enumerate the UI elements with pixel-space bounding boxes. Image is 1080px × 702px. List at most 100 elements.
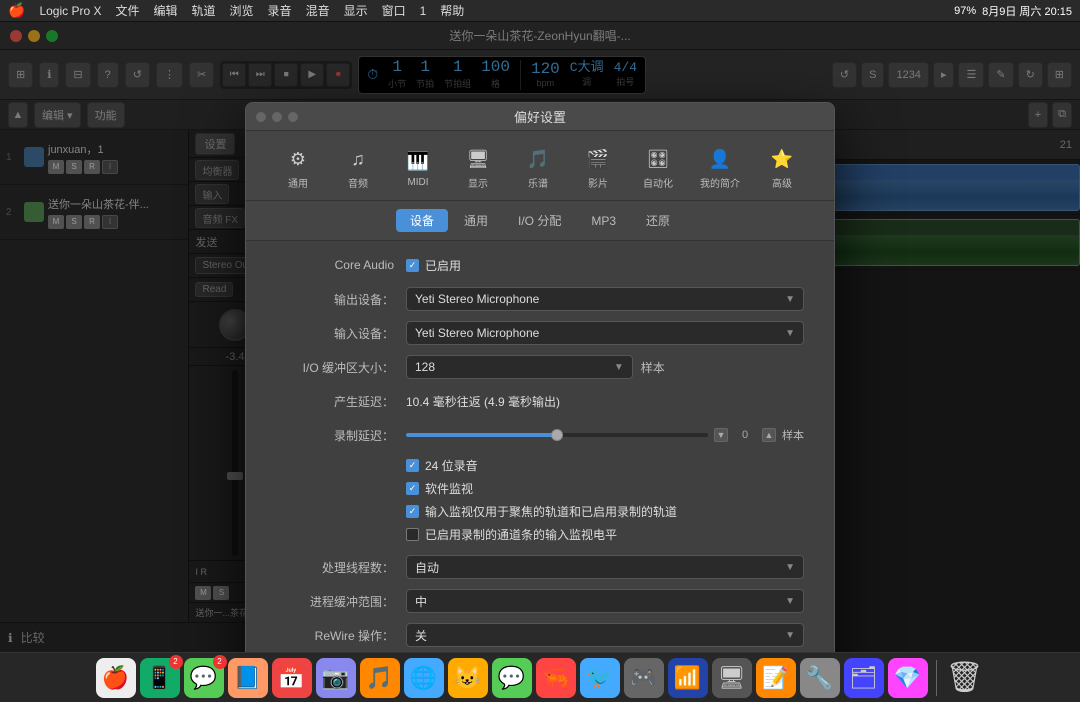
menubar: 🍎 Logic Pro X 文件 编辑 轨道 浏览 录音 混音 显示 窗口 1 …: [0, 0, 1080, 22]
dock-safari[interactable]: 🌐: [404, 658, 444, 698]
dock-tools[interactable]: 🔧: [800, 658, 840, 698]
apple-menu[interactable]: 🍎: [8, 2, 25, 19]
output-device-select[interactable]: Yeti Stereo Microphone ▼: [406, 287, 804, 311]
dock-shrimp[interactable]: 🦐: [536, 658, 576, 698]
dock-finder2[interactable]: 🗂: [844, 658, 884, 698]
dock-contacts[interactable]: 📘: [228, 658, 268, 698]
menu-mix[interactable]: 混音: [306, 2, 330, 19]
auto-tab-label: 自动化: [643, 175, 673, 190]
dock-trash[interactable]: 🗑: [945, 658, 985, 698]
dialog-max[interactable]: [288, 112, 298, 122]
dock-music[interactable]: 🎵: [360, 658, 400, 698]
latency-value: 10.4 毫秒往返 (4.9 毫秒输出): [406, 393, 804, 410]
icon-tab-general[interactable]: ⚙ 通用: [270, 141, 326, 194]
tab-mp3[interactable]: MP3: [577, 211, 630, 231]
menu-file[interactable]: 文件: [115, 2, 139, 19]
buffer-size-row: I/O 缓冲区大小： 128 ▼ 样本: [276, 355, 804, 379]
threads-select[interactable]: 自动 ▼: [406, 555, 804, 579]
rewire-row: ReWire 操作： 关 ▼: [276, 623, 804, 647]
input-chevron-icon: ▼: [785, 328, 795, 339]
advanced-icon: ⭐: [768, 145, 796, 173]
input-device-row: 输入设备： Yeti Stereo Microphone ▼: [276, 321, 804, 345]
menu-record[interactable]: 录音: [268, 2, 292, 19]
core-audio-checkbox[interactable]: [406, 259, 419, 272]
general-tab-label: 通用: [288, 175, 308, 190]
movie-tab-label: 影片: [588, 175, 608, 190]
buffer-range-select[interactable]: 中 ▼: [406, 589, 804, 613]
buffer-size-value: 128: [415, 360, 435, 374]
tab-device[interactable]: 设备: [396, 209, 448, 232]
checkbox-inputmon[interactable]: [406, 505, 419, 518]
dialog-text-tabs: 设备 通用 I/O 分配 MP3 还原: [246, 201, 834, 241]
dock-notes[interactable]: 📝: [756, 658, 796, 698]
display-tab-label: 显示: [468, 175, 488, 190]
icon-tab-movie[interactable]: 🎬 影片: [570, 141, 626, 194]
record-latency-row: 录制延迟： ▼ 0 ▲ 样本: [276, 423, 804, 447]
input-device-select[interactable]: Yeti Stereo Microphone ▼: [406, 321, 804, 345]
dock-wechat[interactable]: 💬: [492, 658, 532, 698]
latency-slider-value: 0: [730, 429, 760, 441]
dock-messages-badge: 2: [213, 655, 227, 669]
menu-help[interactable]: 帮助: [440, 2, 464, 19]
icon-tab-audio[interactable]: ♫ 音频: [330, 141, 386, 194]
menu-view[interactable]: 显示: [344, 2, 368, 19]
icon-tab-advanced[interactable]: ⭐ 高级: [754, 141, 810, 194]
menu-edit[interactable]: 编辑: [154, 2, 178, 19]
latency-slider-thumb[interactable]: [551, 429, 563, 441]
dock-messages[interactable]: 💬 2: [184, 658, 224, 698]
record-latency-slider: ▼ 0 ▲ 样本: [406, 427, 804, 443]
buffer-range-row: 进程缓冲范围： 中 ▼: [276, 589, 804, 613]
tab-io[interactable]: I/O 分配: [504, 209, 575, 232]
preferences-dialog: 偏好设置 ⚙ 通用 ♫ 音频 🎹 MIDI 🖥 显示: [245, 102, 835, 652]
dialog-icon-tabs: ⚙ 通用 ♫ 音频 🎹 MIDI 🖥 显示 🎵 乐谱: [246, 131, 834, 201]
dialog-traffic-lights: [256, 112, 298, 122]
input-device-value: Yeti Stereo Microphone: [415, 326, 539, 340]
threads-row: 处理线程数： 自动 ▼: [276, 555, 804, 579]
menu-browse[interactable]: 浏览: [230, 2, 254, 19]
checkbox-24bit[interactable]: [406, 459, 419, 472]
checkbox-inputmon-label: 输入监视仅用于聚焦的轨道和已启用录制的轨道: [425, 503, 677, 520]
menu-logicprox[interactable]: Logic Pro X: [39, 4, 101, 18]
icon-tab-profile[interactable]: 👤 我的简介: [690, 141, 750, 194]
dock-game[interactable]: 🎮: [624, 658, 664, 698]
dock-finder[interactable]: 🍎: [96, 658, 136, 698]
display-icon: 🖥: [464, 145, 492, 173]
audio-icon: ♫: [344, 145, 372, 173]
dock-monitor[interactable]: 🖥: [712, 658, 752, 698]
output-device-label: 输出设备：: [276, 291, 406, 308]
latency-row: 产生延迟： 10.4 毫秒往返 (4.9 毫秒输出): [276, 389, 804, 413]
dock-photos[interactable]: 📷: [316, 658, 356, 698]
buffer-range-label: 进程缓冲范围：: [276, 593, 406, 610]
menu-track[interactable]: 轨道: [192, 2, 216, 19]
latency-up-btn[interactable]: ▲: [762, 428, 776, 442]
profile-icon: 👤: [706, 145, 734, 173]
logic-pro-window: 送你一朵山茶花-ZeonHyun翻唱-... ⊞ ℹ ⊟ ? ↺ ⋮ ✂ ⏮ ⏭…: [0, 22, 1080, 652]
icon-tab-display[interactable]: 🖥 显示: [450, 141, 506, 194]
checkbox-rewire[interactable]: [406, 528, 419, 541]
tab-general[interactable]: 通用: [450, 209, 502, 232]
dock-gem[interactable]: 💎: [888, 658, 928, 698]
score-tab-label: 乐谱: [528, 175, 548, 190]
dock-weibo[interactable]: 🐦: [580, 658, 620, 698]
checkbox-softmon[interactable]: [406, 482, 419, 495]
dock-taobao[interactable]: 😺: [448, 658, 488, 698]
tab-reset[interactable]: 还原: [632, 209, 684, 232]
midi-tab-label: MIDI: [407, 177, 428, 188]
latency-slider-track[interactable]: [406, 433, 708, 437]
dialog-overlay: 偏好设置 ⚙ 通用 ♫ 音频 🎹 MIDI 🖥 显示: [0, 22, 1080, 652]
icon-tab-score[interactable]: 🎵 乐谱: [510, 141, 566, 194]
dock-wifi[interactable]: 📶: [668, 658, 708, 698]
dialog-form: Core Audio 已启用 输出设备： Yeti Stereo Microph…: [246, 241, 834, 652]
latency-down-btn[interactable]: ▼: [714, 428, 728, 442]
buffer-size-select[interactable]: 128 ▼: [406, 355, 633, 379]
dialog-min[interactable]: [272, 112, 282, 122]
dialog-close[interactable]: [256, 112, 266, 122]
rewire-select[interactable]: 关 ▼: [406, 623, 804, 647]
dock-appstore[interactable]: 📱 2: [140, 658, 180, 698]
midi-icon: 🎹: [404, 147, 432, 175]
dock-calendar[interactable]: 📅: [272, 658, 312, 698]
menu-window[interactable]: 窗口: [382, 2, 406, 19]
buffer-unit: 样本: [641, 359, 665, 376]
icon-tab-auto[interactable]: 🎛 自动化: [630, 141, 686, 194]
icon-tab-midi[interactable]: 🎹 MIDI: [390, 143, 446, 192]
